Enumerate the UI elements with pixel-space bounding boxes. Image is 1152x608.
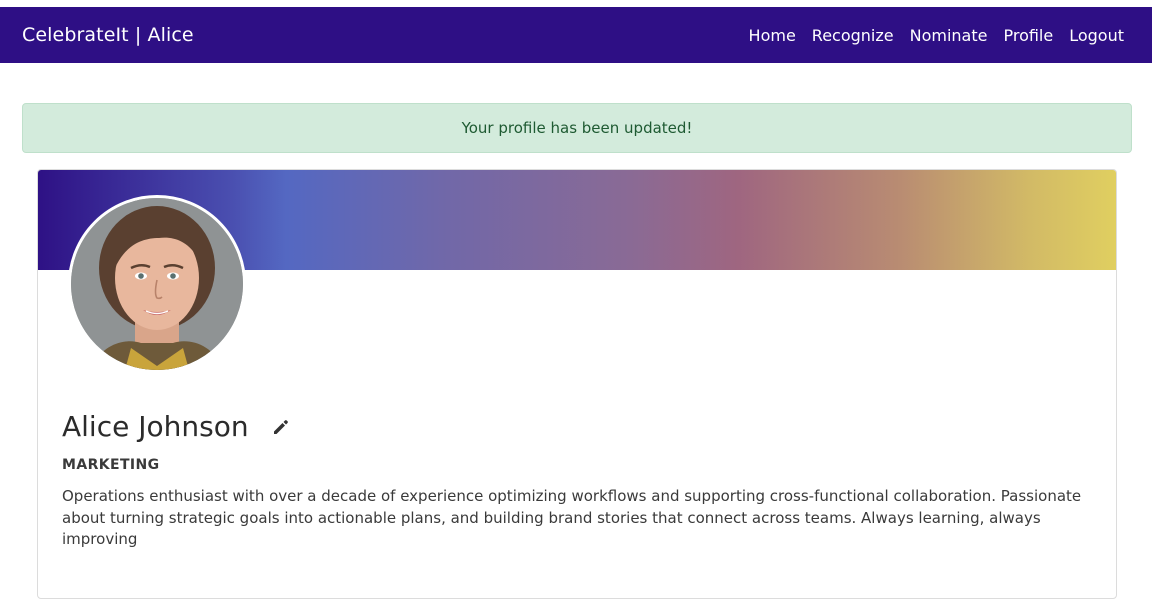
pencil-icon[interactable] (271, 417, 291, 437)
avatar-image (71, 198, 243, 370)
profile-department: MARKETING (62, 457, 160, 473)
nav-nominate-link[interactable]: Nominate (910, 26, 988, 45)
profile-card: Alice Johnson MARKETING Operations enthu… (37, 169, 1117, 599)
nav-home-link[interactable]: Home (749, 26, 796, 45)
success-alert: Your profile has been updated! (22, 103, 1132, 153)
nav-links: Home Recognize Nominate Profile Logout (749, 26, 1124, 45)
brand-title[interactable]: CelebrateIt | Alice (22, 24, 194, 46)
name-row: Alice Johnson (62, 410, 291, 443)
nav-profile-link[interactable]: Profile (1003, 26, 1053, 45)
navbar: CelebrateIt | Alice Home Recognize Nomin… (0, 7, 1152, 63)
profile-name: Alice Johnson (62, 410, 249, 443)
nav-logout-link[interactable]: Logout (1069, 26, 1124, 45)
avatar (68, 195, 246, 373)
alert-message: Your profile has been updated! (461, 119, 693, 137)
profile-bio: Operations enthusiast with over a decade… (62, 487, 1082, 548)
nav-recognize-link[interactable]: Recognize (812, 26, 894, 45)
